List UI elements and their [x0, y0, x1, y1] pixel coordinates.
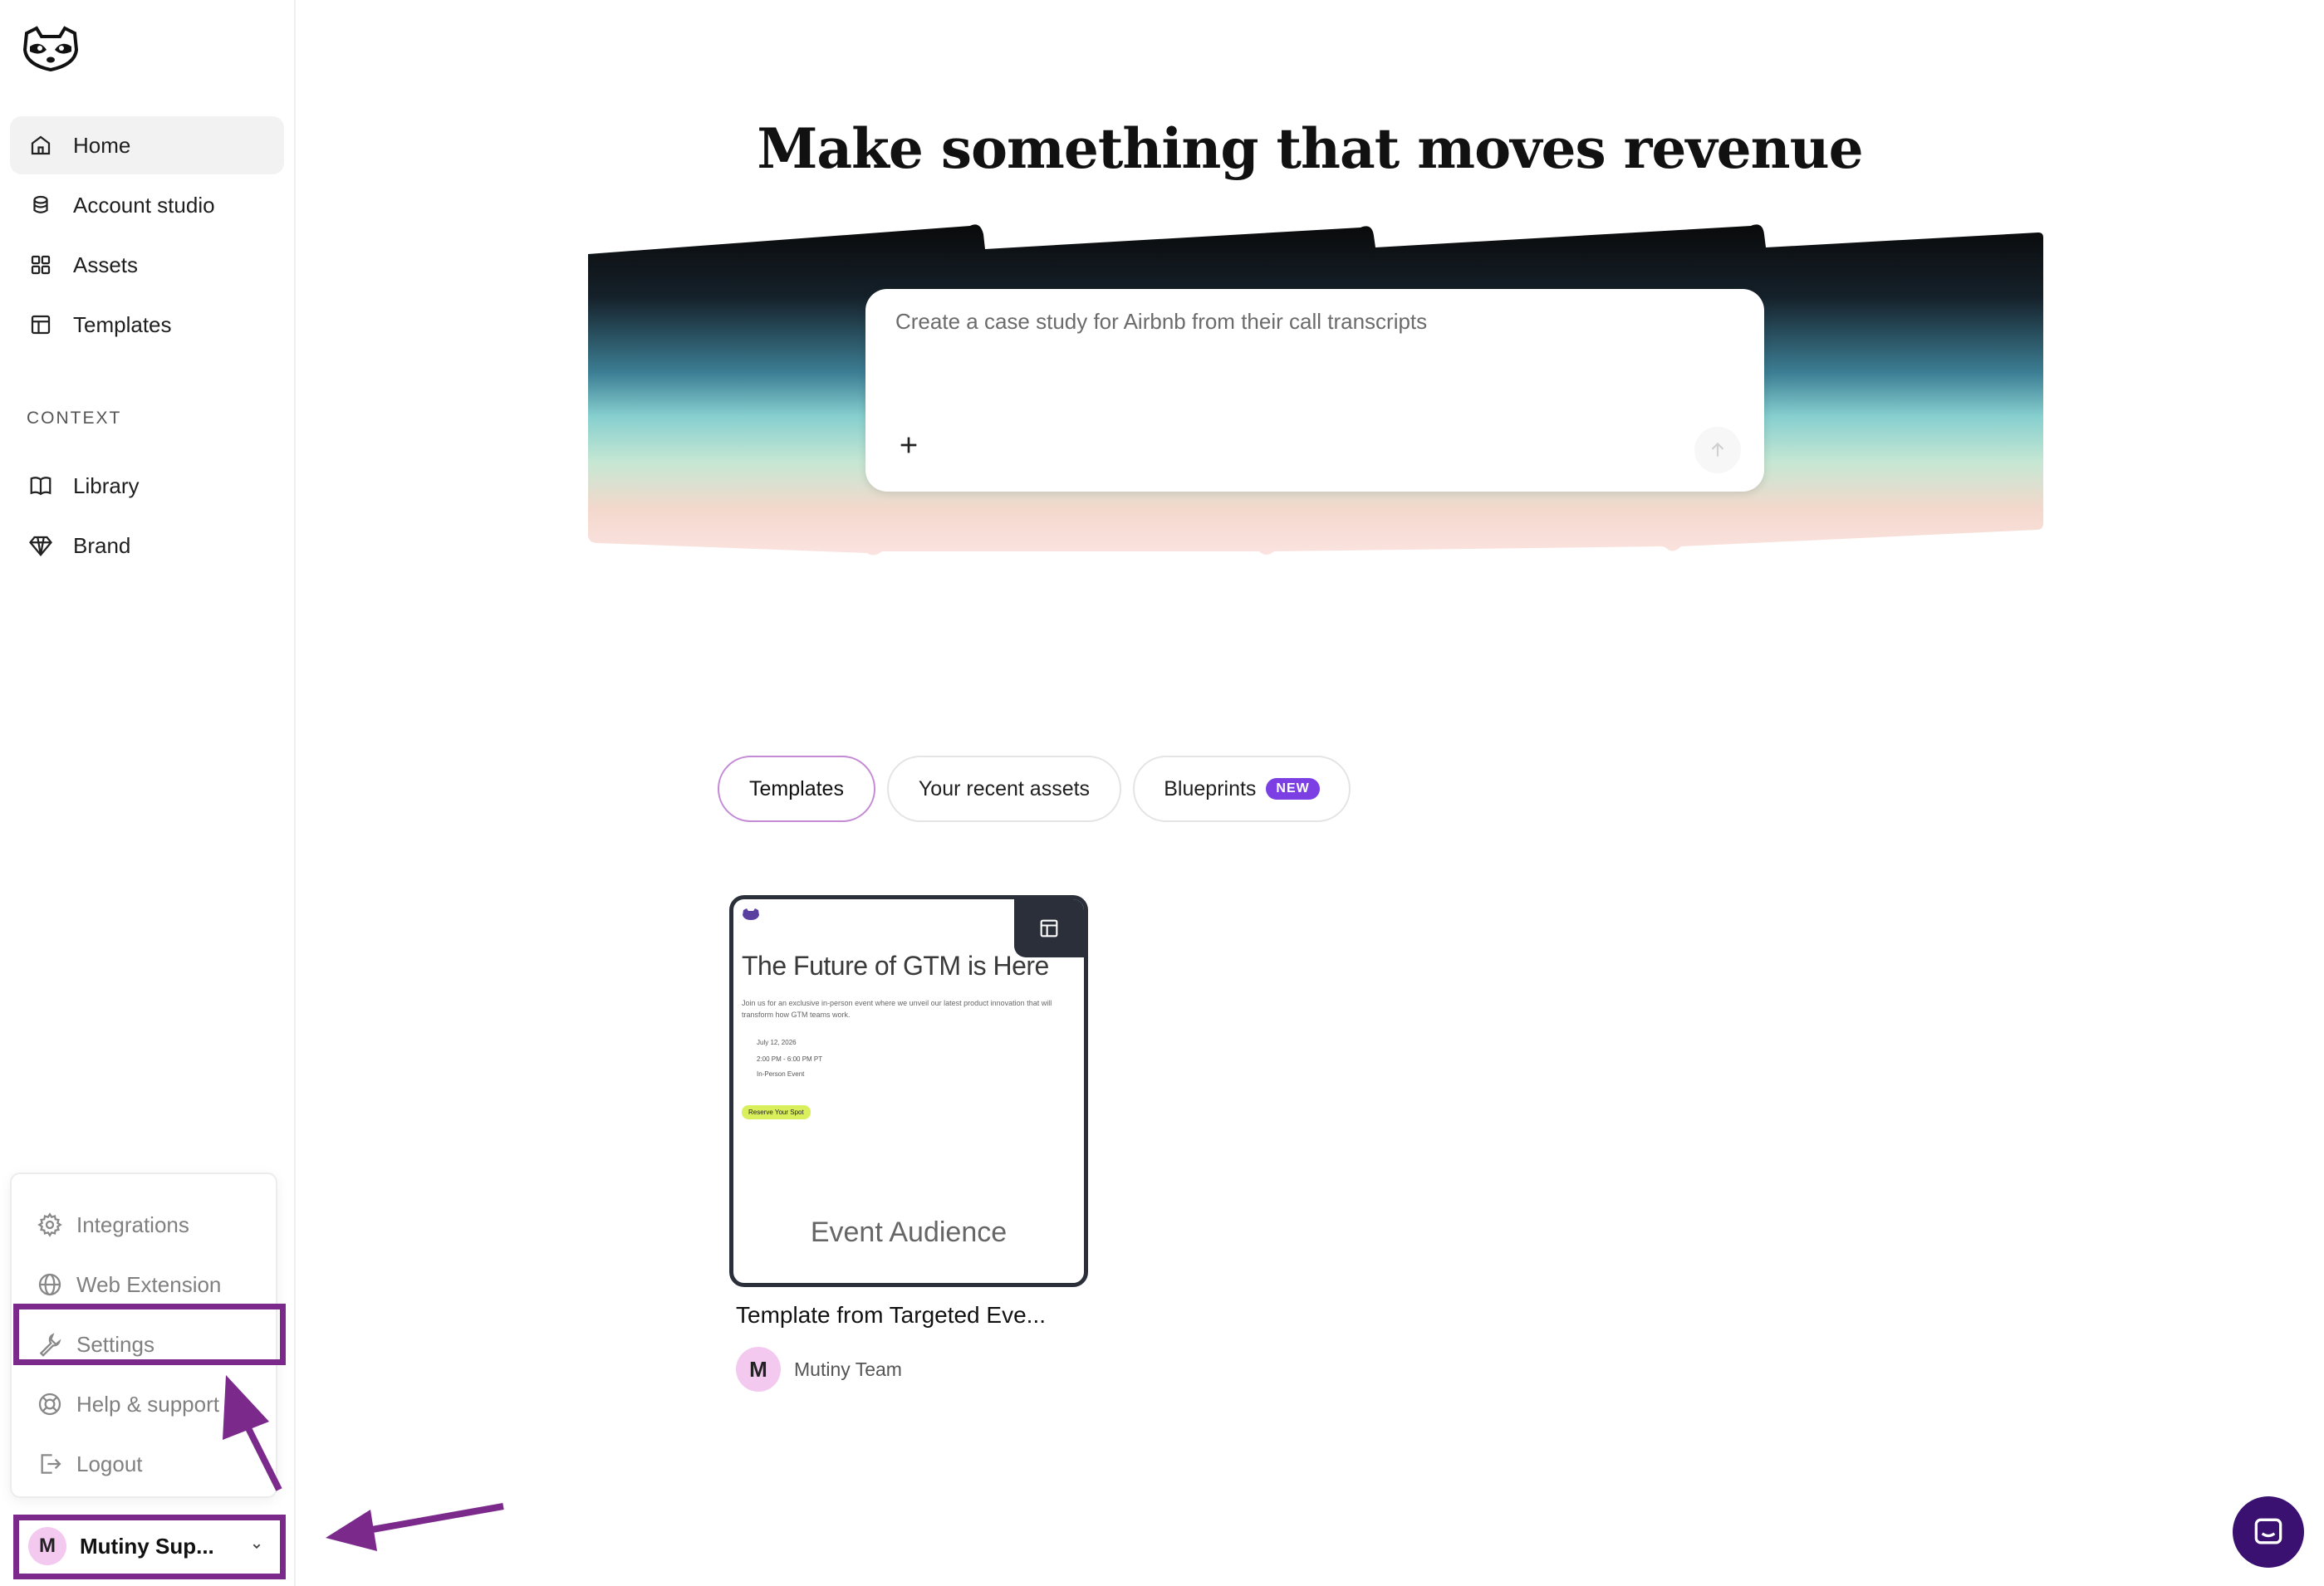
user-highlight-box [13, 1515, 286, 1579]
nav-home[interactable]: Home [10, 116, 284, 174]
tab-label: Your recent assets [918, 776, 1091, 800]
arrow-up-icon [1711, 442, 1724, 457]
raccoon-logo-icon [743, 908, 759, 920]
nav-templates[interactable]: Templates [10, 296, 284, 354]
template-card[interactable]: The Future of GTM is Here Join us for an… [729, 895, 1088, 1287]
card-preview-date: July 12, 2026 [757, 1039, 797, 1046]
tab-label: Blueprints [1164, 776, 1257, 800]
raccoon-logo-icon[interactable] [22, 25, 80, 73]
prompt-input[interactable]: Create a case study for Airbnb from thei… [895, 309, 1427, 335]
nav-assets[interactable]: Assets [10, 236, 284, 294]
nav-label: Templates [73, 311, 172, 337]
menu-label: Integrations [76, 1212, 189, 1237]
globe-icon [38, 1273, 61, 1296]
send-button[interactable] [1694, 427, 1741, 473]
menu-web-extension[interactable]: Web Extension [37, 1264, 221, 1305]
author-name: Mutiny Team [794, 1358, 902, 1380]
nav-label: Home [73, 132, 131, 158]
logout-icon [41, 1454, 61, 1474]
card-caption[interactable]: Template from Targeted Eve... [736, 1302, 1046, 1329]
nav-label: Assets [73, 252, 139, 277]
layout-icon [31, 315, 51, 335]
card-preview-subtitle: Join us for an exclusive in-person event… [742, 999, 1052, 1019]
menu-label: Help & support [76, 1391, 219, 1417]
tab-blueprints[interactable]: Blueprints NEW [1133, 756, 1351, 822]
gear-icon [37, 1212, 62, 1237]
context-section-label: CONTEXT [27, 409, 122, 428]
grid-icon [31, 255, 51, 275]
template-type-badge [1014, 899, 1084, 957]
menu-label: Web Extension [76, 1271, 222, 1297]
layout-icon [1040, 919, 1058, 937]
card-preview-type: In-Person Event [757, 1070, 805, 1078]
menu-label: Logout [76, 1451, 143, 1476]
arrow-left-icon [326, 1503, 504, 1551]
book-icon [30, 477, 51, 496]
menu-help-support[interactable]: Help & support [37, 1383, 219, 1425]
nav-label: Account studio [73, 192, 215, 218]
prompt-input-box[interactable]: Create a case study for Airbnb from thei… [865, 289, 1764, 492]
home-icon [31, 135, 51, 155]
nav-label: Brand [73, 532, 131, 558]
menu-logout[interactable]: Logout [37, 1443, 143, 1485]
nav-label: Library [73, 472, 140, 498]
tab-label: Templates [749, 776, 844, 800]
chat-icon [2254, 1518, 2282, 1544]
card-preview-button: Reserve Your Spot [742, 1105, 811, 1119]
gem-icon [29, 536, 52, 557]
page-title: Make something that moves revenue [757, 116, 1863, 181]
menu-integrations[interactable]: Integrations [37, 1204, 189, 1246]
new-badge: NEW [1266, 778, 1320, 800]
tab-templates[interactable]: Templates [718, 756, 875, 822]
nav-brand[interactable]: Brand [10, 516, 284, 575]
card-footer-label: Event Audience [810, 1216, 1008, 1248]
avatar: M [736, 1347, 781, 1392]
chat-support-button[interactable] [2233, 1496, 2304, 1568]
card-preview-title: The Future of GTM is Here [742, 951, 1049, 981]
plus-icon[interactable] [895, 432, 922, 458]
lifebuoy-icon [38, 1393, 61, 1416]
nav-library[interactable]: Library [10, 457, 284, 515]
card-preview-time: 2:00 PM - 6:00 PM PT [757, 1055, 823, 1063]
tab-recent-assets[interactable]: Your recent assets [887, 756, 1121, 822]
database-icon [33, 195, 48, 213]
nav-account-studio[interactable]: Account studio [10, 176, 284, 234]
settings-highlight-box [13, 1304, 286, 1365]
card-author: M Mutiny Team [736, 1347, 902, 1392]
